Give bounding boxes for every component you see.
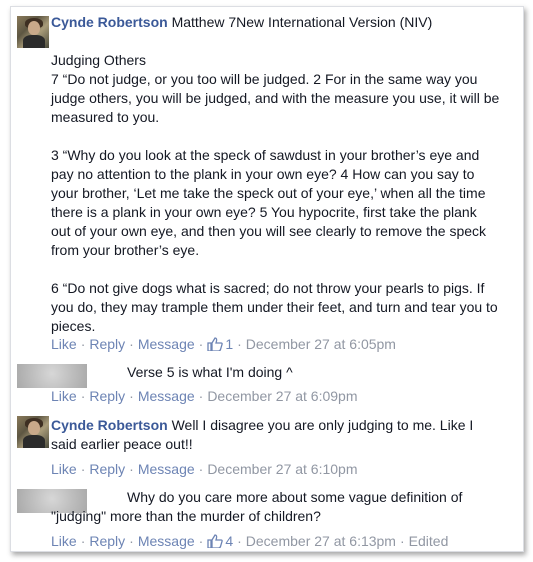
avatar[interactable] bbox=[17, 16, 49, 48]
comment-actions: Like · Reply · Message · 1 · December 27 at 6:05… bbox=[51, 336, 396, 352]
avatar[interactable] bbox=[17, 416, 49, 448]
comment-actions: Like · Reply · Message · December 27 at 6:10pm bbox=[51, 461, 358, 477]
timestamp[interactable]: December 27 at 6:13pm bbox=[246, 533, 396, 549]
timestamp[interactable]: December 27 at 6:05pm bbox=[246, 336, 396, 352]
author-name[interactable]: Cynde Robertson bbox=[51, 417, 168, 433]
like-link[interactable]: Like bbox=[51, 461, 77, 477]
comment-text: Verse 5 is what I'm doing ^ bbox=[127, 364, 293, 380]
comment-text: Why do you care more about some vague de… bbox=[51, 489, 463, 524]
like-count[interactable]: 1 bbox=[207, 336, 233, 352]
thumbs-up-icon bbox=[207, 534, 224, 548]
comment-text: Matthew 7New International Version (NIV)… bbox=[51, 14, 500, 334]
thumbs-up-icon bbox=[207, 337, 224, 351]
edited-label[interactable]: Edited bbox=[409, 533, 449, 549]
like-link[interactable]: Like bbox=[51, 533, 77, 549]
timestamp[interactable]: December 27 at 6:09pm bbox=[207, 388, 357, 404]
reply-link[interactable]: Reply bbox=[89, 533, 125, 549]
reply-link[interactable]: Reply bbox=[89, 388, 125, 404]
comment-body: Cynde Robertson Matthew 7New Internation… bbox=[51, 13, 515, 336]
like-count[interactable]: 4 bbox=[207, 533, 233, 549]
message-link[interactable]: Message bbox=[138, 461, 195, 477]
comment-actions: Like · Reply · Message · December 27 at 6:09pm bbox=[51, 388, 358, 404]
message-link[interactable]: Message bbox=[138, 533, 195, 549]
reply-link[interactable]: Reply bbox=[89, 461, 125, 477]
comment-body: Why do you care more about some vague de… bbox=[51, 488, 515, 526]
message-link[interactable]: Message bbox=[138, 336, 195, 352]
like-link[interactable]: Like bbox=[51, 336, 77, 352]
message-link[interactable]: Message bbox=[138, 388, 195, 404]
like-link[interactable]: Like bbox=[51, 388, 77, 404]
comment-thread: Cynde Robertson Matthew 7New Internation… bbox=[10, 6, 524, 552]
reply-link[interactable]: Reply bbox=[89, 336, 125, 352]
comment-body: Cynde Robertson Well I disagree you are … bbox=[51, 416, 515, 454]
timestamp[interactable]: December 27 at 6:10pm bbox=[207, 461, 357, 477]
comment-actions: Like · Reply · Message · 4 · December 27 at 6:13… bbox=[51, 533, 449, 549]
author-name[interactable]: Cynde Robertson bbox=[51, 14, 168, 30]
avatar-blurred[interactable] bbox=[17, 364, 87, 388]
comment-body: Verse 5 is what I'm doing ^ bbox=[127, 363, 515, 382]
